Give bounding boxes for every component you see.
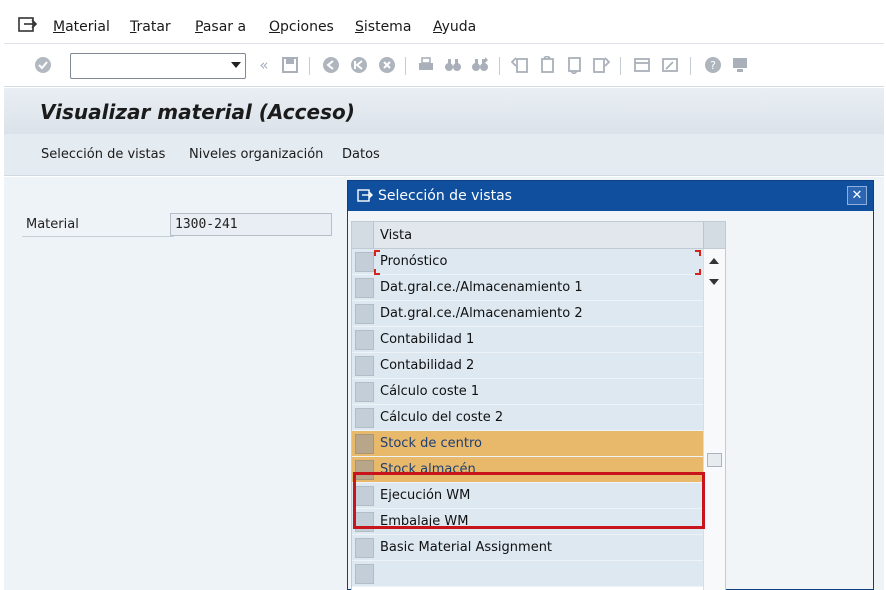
table-row[interactable]: Ejecución WM [352, 483, 703, 509]
menu-item-sistema[interactable]: Sistema [355, 19, 411, 35]
select-views-button[interactable]: Selección de vistas [41, 147, 165, 162]
material-field[interactable]: 1300-241 [170, 213, 332, 236]
row-selector[interactable] [355, 538, 374, 558]
help-icon[interactable]: ? [704, 56, 722, 74]
toolbar-separator [499, 57, 500, 75]
exit-icon[interactable] [350, 56, 368, 74]
material-label: Material [26, 217, 79, 232]
dialog-window-icon [357, 189, 373, 202]
row-selector[interactable] [355, 304, 374, 324]
focus-marker [695, 250, 701, 256]
select-all-button[interactable] [352, 222, 374, 248]
menu-exit-icon[interactable] [18, 16, 38, 34]
row-selector[interactable] [355, 512, 374, 532]
table-row-selected[interactable]: Stock de centro [352, 431, 703, 457]
dialog-title: Selección de vistas [378, 188, 512, 204]
command-field[interactable] [70, 53, 246, 79]
table-row-empty[interactable] [352, 561, 703, 587]
row-selector[interactable] [355, 330, 374, 350]
print-icon[interactable] [417, 56, 435, 74]
vertical-scrollbar[interactable] [703, 249, 725, 590]
row-selector[interactable] [355, 564, 374, 584]
toolbar-separator [690, 57, 691, 75]
dialog-title-bar[interactable]: Selección de vistas ✕ [348, 181, 873, 211]
table-row[interactable]: Dat.gral.ce./Almacenamiento 2 [352, 301, 703, 327]
table-settings-button[interactable] [703, 222, 725, 248]
create-shortcut-icon[interactable] [661, 56, 679, 74]
select-views-dialog: Selección de vistas ✕ Vista Pronóstico D… [347, 180, 874, 590]
label-underline [22, 236, 174, 237]
table-row[interactable]: Cálculo del coste 2 [352, 405, 703, 431]
enter-check-icon[interactable] [34, 56, 52, 74]
screen-title-bar: Visualizar material (Acceso) [4, 88, 884, 134]
row-selector[interactable] [355, 278, 374, 298]
column-header-vista[interactable]: Vista [380, 228, 412, 243]
cancel-icon[interactable] [378, 56, 396, 74]
new-session-icon[interactable] [633, 56, 651, 74]
last-page-icon[interactable] [592, 56, 610, 74]
table-row[interactable]: Embalaje WM [352, 509, 703, 535]
table-row[interactable]: Contabilidad 1 [352, 327, 703, 353]
customize-layout-icon[interactable] [731, 56, 749, 74]
row-selector[interactable] [355, 408, 374, 428]
table-row[interactable]: Pronóstico [352, 249, 703, 275]
page-title: Visualizar material (Acceso) [40, 100, 355, 124]
row-selector[interactable] [355, 356, 374, 376]
table-row[interactable]: Basic Material Assignment [352, 535, 703, 561]
scroll-up-icon[interactable] [709, 258, 719, 264]
data-button[interactable]: Datos [342, 147, 380, 162]
first-page-icon[interactable] [511, 56, 529, 74]
menu-bar: Material Tratar Pasar a Opciones Sistema… [4, 4, 884, 44]
row-selector[interactable] [355, 460, 374, 480]
dialog-close-button[interactable]: ✕ [847, 186, 867, 205]
row-selector[interactable] [355, 382, 374, 402]
menu-item-tratar[interactable]: Tratar [130, 19, 171, 35]
find-icon[interactable] [444, 56, 462, 74]
focus-marker [374, 269, 380, 275]
save-icon[interactable] [281, 56, 299, 74]
focus-marker [374, 250, 380, 256]
row-selector[interactable] [355, 252, 374, 272]
svg-text:?: ? [710, 59, 716, 72]
menu-item-pasar-a[interactable]: Pasar a [195, 19, 246, 35]
focus-marker [695, 269, 701, 275]
table-row-selected[interactable]: Stock almacén [352, 457, 703, 483]
find-next-icon[interactable] [471, 56, 489, 74]
row-selector[interactable] [355, 486, 374, 506]
scroll-thumb[interactable] [707, 453, 722, 467]
menu-item-ayuda[interactable]: Ayuda [433, 19, 476, 35]
org-levels-button[interactable]: Niveles organización [189, 147, 323, 162]
back-icon[interactable] [322, 56, 340, 74]
table-row[interactable]: Cálculo coste 1 [352, 379, 703, 405]
history-back-icon[interactable]: « [255, 56, 273, 74]
command-field-dropdown-icon[interactable] [231, 62, 241, 68]
standard-toolbar: « ? [4, 45, 884, 87]
table-row[interactable]: Contabilidad 2 [352, 353, 703, 379]
toolbar-separator [405, 57, 406, 75]
toolbar-separator [620, 57, 621, 75]
table-header: Vista [352, 222, 725, 249]
menu-item-opciones[interactable]: Opciones [269, 19, 334, 35]
next-page-icon[interactable] [565, 56, 583, 74]
previous-page-icon[interactable] [538, 56, 556, 74]
row-selector[interactable] [355, 434, 374, 454]
table-row[interactable]: Dat.gral.ce./Almacenamiento 1 [352, 275, 703, 301]
scroll-down-icon[interactable] [709, 279, 719, 285]
application-toolbar: Selección de vistas Niveles organización… [4, 134, 884, 176]
menu-item-material[interactable]: Material [53, 19, 110, 35]
views-table: Vista Pronóstico Dat.gral.ce./Almacenami… [351, 221, 726, 590]
toolbar-separator [309, 57, 310, 75]
